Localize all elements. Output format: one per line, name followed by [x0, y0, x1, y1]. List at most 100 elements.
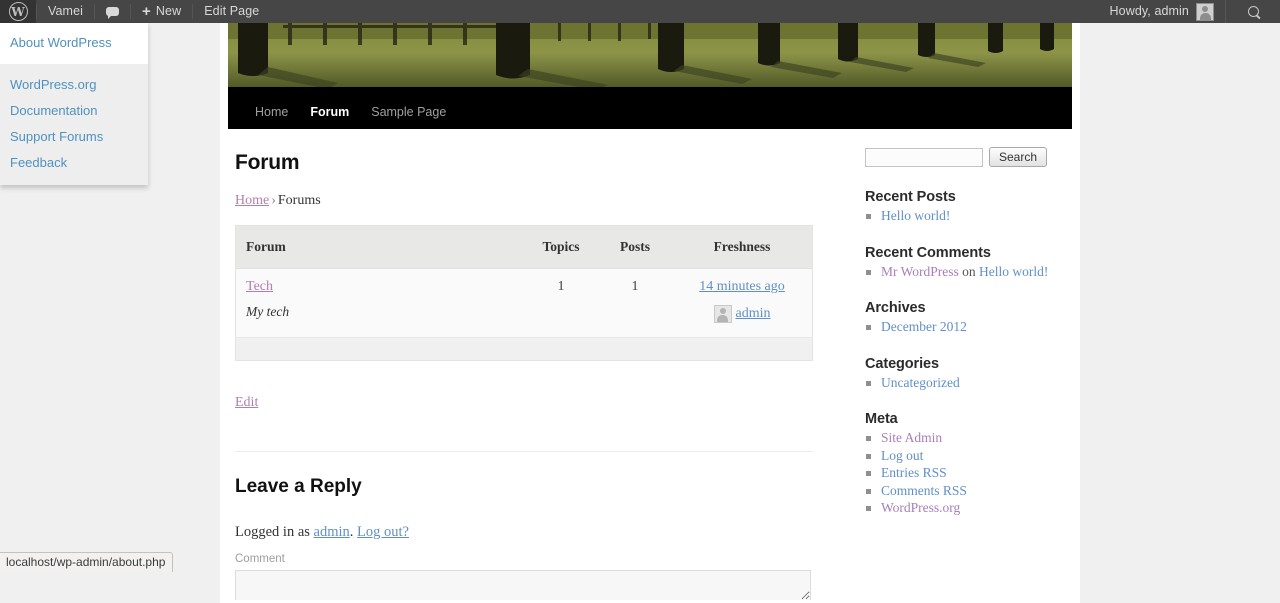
search-icon — [1245, 3, 1261, 20]
widget-title: Categories — [865, 355, 939, 372]
menu-item-feedback[interactable]: Feedback — [0, 150, 148, 176]
user-avatar-icon — [713, 305, 732, 323]
list-item: Comments RSS — [865, 483, 1080, 501]
admin-bar-site-name[interactable]: Vamei — [37, 0, 94, 23]
plus-icon: + — [142, 3, 151, 20]
widget-title: Meta — [865, 411, 898, 427]
nav-item-home[interactable]: Home — [244, 96, 299, 129]
list-item: Entries RSS — [865, 465, 1080, 483]
site-navigation: Home Forum Sample Page — [228, 96, 1072, 129]
breadcrumb-current: Forums — [277, 193, 321, 208]
menu-item-about-wordpress[interactable]: About WordPress — [0, 30, 148, 56]
wordpress-logo-dropdown-menu: About WordPress WordPress.org Documentat… — [0, 23, 148, 185]
content-divider — [235, 451, 813, 452]
admin-bar-right-group: Howdy, admin — [1099, 0, 1280, 23]
edit-link[interactable]: Edit — [235, 395, 815, 411]
admin-bar-search-button[interactable] — [1225, 0, 1280, 23]
cell-forum: Tech My tech — [235, 268, 524, 338]
howdy-label: Howdy, admin — [1109, 4, 1189, 18]
widget-archives: Archives December 2012 — [865, 300, 1080, 337]
meta-link-site-admin[interactable]: Site Admin — [881, 430, 942, 445]
recent-post-link[interactable]: Hello world! — [881, 208, 950, 223]
nav-item-forum[interactable]: Forum — [299, 96, 360, 129]
logged-in-prefix: Logged in as — [235, 524, 310, 540]
widget-list: December 2012 — [865, 319, 1080, 337]
search-widget: Search — [865, 147, 1080, 167]
logged-in-user-link[interactable]: admin — [314, 524, 350, 540]
browser-status-bar: localhost/wp-admin/about.php — [0, 552, 174, 572]
widget-list: Uncategorized — [865, 375, 1080, 393]
list-item: Hello world! — [865, 208, 1080, 226]
comment-post-link[interactable]: Hello world! — [979, 264, 1048, 279]
breadcrumb: Home › Forums — [235, 193, 815, 209]
forum-title: Tech — [246, 279, 514, 295]
comment-textarea[interactable] — [235, 570, 811, 600]
widget-recent-posts: Recent Posts Hello world! — [865, 189, 1080, 226]
table-row: Tech My tech 1 1 14 minutes ago admin — [235, 268, 813, 338]
widget-list: Site Admin Log out Entries RSS Comments … — [865, 430, 1080, 518]
header-photo — [228, 23, 1072, 96]
forum-link-tech[interactable]: Tech — [246, 279, 273, 294]
search-button[interactable]: Search — [989, 147, 1048, 167]
cell-topics-count: 1 — [524, 268, 598, 338]
user-avatar-icon — [1196, 2, 1214, 21]
wordpress-logo-menu-button[interactable]: W — [0, 0, 36, 23]
meta-link-wordpress-org[interactable]: WordPress.org — [881, 500, 960, 515]
admin-bar: W Vamei + New Edit Page Howdy, admin — [0, 0, 1280, 23]
nav-item-sample-page[interactable]: Sample Page — [360, 96, 457, 129]
meta-link-comments-rss[interactable]: Comments RSS — [881, 483, 967, 498]
search-input[interactable] — [865, 147, 983, 167]
comment-author-link[interactable]: Mr WordPress — [881, 264, 959, 279]
forums-table: Forum Topics Posts Freshness Tech My tec… — [235, 225, 813, 361]
list-item: Site Admin — [865, 430, 1080, 448]
breadcrumb-home-link[interactable]: Home — [235, 193, 269, 208]
column-header-posts: Posts — [598, 225, 672, 269]
cell-posts-count: 1 — [598, 268, 672, 338]
freshness-time-link[interactable]: 14 minutes ago — [699, 279, 785, 294]
widget-categories: Categories Uncategorized — [865, 356, 1080, 393]
list-item: December 2012 — [865, 319, 1080, 337]
list-item: Log out — [865, 448, 1080, 466]
admin-bar-comments-button[interactable] — [95, 0, 130, 23]
column-header-freshness: Freshness — [672, 225, 813, 269]
widget-meta: Meta Site Admin Log out Entries RSS Comm… — [865, 411, 1080, 518]
table-header-row: Forum Topics Posts Freshness — [235, 225, 813, 269]
table-footer-cell — [235, 337, 813, 361]
cell-freshness: 14 minutes ago admin — [672, 268, 813, 338]
menu-item-support-forums[interactable]: Support Forums — [0, 124, 148, 150]
widget-title: Recent Comments — [865, 244, 991, 261]
freshness-author: admin — [682, 295, 802, 323]
logged-in-suffix: . — [349, 524, 354, 540]
meta-link-entries-rss[interactable]: Entries RSS — [881, 465, 947, 480]
column-header-forum: Forum — [235, 225, 524, 269]
forum-description: My tech — [246, 304, 290, 319]
sidebar: Search Recent Posts Hello world! Recent … — [865, 147, 1080, 603]
widget-recent-comments: Recent Comments Mr WordPress on Hello wo… — [865, 245, 1080, 282]
content-wrapper: Forum Home › Forums Forum Topics Posts Fre… — [220, 129, 1080, 603]
admin-bar-edit-page-button[interactable]: Edit Page — [193, 0, 270, 23]
archive-link-december-2012[interactable]: December 2012 — [881, 319, 967, 334]
menu-item-documentation[interactable]: Documentation — [0, 98, 148, 124]
column-header-topics: Topics — [524, 225, 598, 269]
dropdown-secondary-group: WordPress.org Documentation Support Foru… — [0, 64, 148, 185]
wordpress-logo-icon: W — [8, 2, 28, 21]
admin-bar-new-button[interactable]: + New — [131, 0, 192, 23]
widget-list: Hello world! — [865, 208, 1080, 226]
page-title: Forum — [235, 151, 300, 174]
admin-bar-my-account[interactable]: Howdy, admin — [1099, 0, 1225, 23]
menu-item-wordpress-org[interactable]: WordPress.org — [0, 72, 148, 98]
freshness-author-link[interactable]: admin — [736, 306, 771, 322]
list-item: WordPress.org — [865, 500, 1080, 518]
list-item: Mr WordPress on Hello world! — [865, 264, 1080, 282]
main-column: Forum Home › Forums Forum Topics Posts Fre… — [235, 147, 815, 603]
forums-table-body: Tech My tech 1 1 14 minutes ago admin — [235, 268, 813, 361]
logged-in-as-text: Logged in as admin. Log out? — [235, 524, 815, 541]
comment-field-label: Comment — [235, 553, 285, 565]
admin-bar-new-label: New — [155, 4, 182, 18]
breadcrumb-separator: › — [271, 193, 276, 208]
log-out-link[interactable]: Log out? — [357, 524, 409, 540]
meta-link-log-out[interactable]: Log out — [881, 448, 923, 463]
widget-list: Mr WordPress on Hello world! — [865, 264, 1080, 282]
category-link-uncategorized[interactable]: Uncategorized — [881, 375, 960, 390]
site-header-image — [228, 23, 1072, 96]
